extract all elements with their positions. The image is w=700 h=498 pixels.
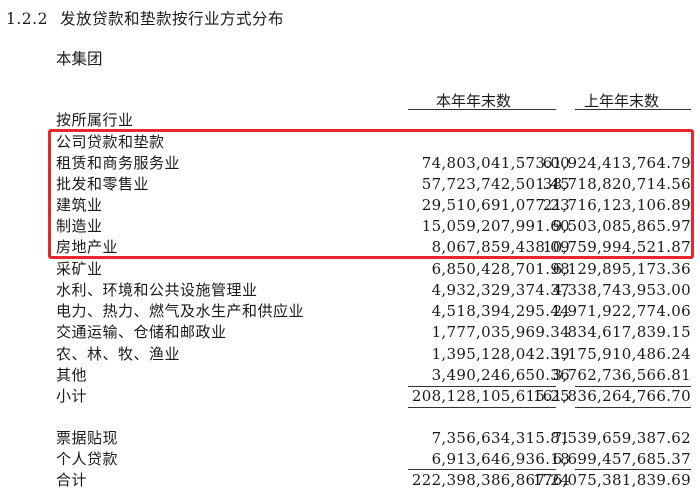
- row-label: 其他: [56, 366, 88, 384]
- highlight-box: [48, 129, 694, 259]
- table-row: 水利、环境和公共设施管理业 4,932,329,374.37 4,338,743…: [0, 280, 700, 300]
- table-row: 个人贷款 6,913,646,936.18 6,699,457,685.37: [0, 449, 700, 469]
- subtotal-row: 小计 208,128,105,615.25 161,836,264,766.70: [0, 386, 700, 406]
- row-current-value: 4,932,329,374.37: [431, 281, 570, 299]
- row-previous-value: 1,175,910,486.24: [552, 345, 691, 363]
- row-label: 农、林、牧、渔业: [56, 345, 181, 363]
- row-current-value: 1,395,128,042.39: [431, 345, 570, 363]
- row-current-value: 3,490,246,650.36: [431, 366, 570, 384]
- row-label: 水利、环境和公共设施管理业: [56, 281, 258, 299]
- subtotal-label: 小计: [56, 387, 88, 405]
- subtotal-underline-current: [408, 407, 556, 408]
- section-title: 发放贷款和垫款按行业方式分布: [59, 10, 284, 28]
- section-label-row: 按所属行业: [0, 110, 700, 130]
- row-previous-value: 7,539,659,387.62: [552, 429, 691, 447]
- row-label: 交通运输、仓储和邮政业: [56, 323, 227, 341]
- total-previous-value: 176,075,381,839.69: [532, 471, 691, 489]
- row-current-value: 6,850,428,701.98: [431, 260, 570, 278]
- section-heading: 1.2.2 发放贷款和垫款按行业方式分布: [6, 7, 284, 29]
- row-previous-value: 6,129,895,173.36: [552, 260, 691, 278]
- group-label: 本集团: [56, 50, 103, 68]
- row-label: 票据贴现: [56, 429, 119, 447]
- row-previous-value: 4,338,743,953.00: [552, 281, 691, 299]
- row-current-value: 1,777,035,969.34: [431, 323, 570, 341]
- total-label: 合计: [56, 471, 88, 489]
- total-row: 合计 222,398,386,867.24 176,075,381,839.69: [0, 470, 700, 490]
- subtotal-underline-previous: [575, 407, 691, 408]
- table-row: 农、林、牧、渔业 1,395,128,042.39 1,175,910,486.…: [0, 344, 700, 364]
- table-row: 采矿业 6,850,428,701.98 6,129,895,173.36: [0, 259, 700, 279]
- column-header-current: 本年年末数: [436, 92, 512, 110]
- table-row: 票据贴现 7,356,634,315.81 7,539,659,387.62: [0, 428, 700, 448]
- row-label: 个人贷款: [56, 450, 119, 468]
- row-previous-value: 2,971,922,774.06: [552, 302, 691, 320]
- row-previous-value: 834,617,839.15: [567, 323, 691, 341]
- table-row: 交通运输、仓储和邮政业 1,777,035,969.34 834,617,839…: [0, 322, 700, 342]
- subtotal-previous-value: 161,836,264,766.70: [532, 387, 691, 405]
- table-row: 电力、热力、燃气及水生产和供应业 4,518,394,295.44 2,971,…: [0, 301, 700, 321]
- row-current-value: 7,356,634,315.81: [431, 429, 570, 447]
- column-header-previous: 上年年末数: [584, 92, 660, 110]
- row-previous-value: 3,762,736,566.81: [552, 366, 691, 384]
- section-label: 按所属行业: [56, 111, 134, 129]
- row-current-value: 6,913,646,936.18: [431, 450, 570, 468]
- table-row: 其他 3,490,246,650.36 3,762,736,566.81: [0, 365, 700, 385]
- row-current-value: 4,518,394,295.44: [431, 302, 570, 320]
- section-number: 1.2.2: [6, 10, 48, 28]
- row-previous-value: 6,699,457,685.37: [552, 450, 691, 468]
- row-label: 电力、热力、燃气及水生产和供应业: [56, 302, 305, 320]
- row-label: 采矿业: [56, 260, 103, 278]
